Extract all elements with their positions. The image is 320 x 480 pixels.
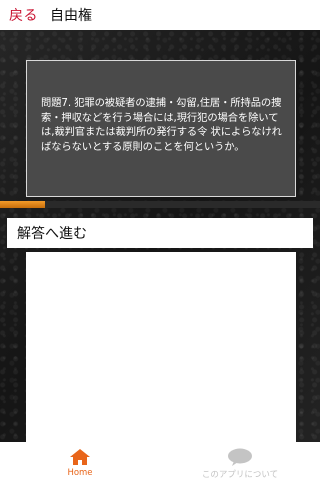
speech-bubble-icon: [228, 448, 252, 466]
home-icon: [70, 449, 90, 465]
content-area: 問題7. 犯罪の被疑者の逮捕・勾留,住居・所持品の捜索・押収などを行う場合には,…: [0, 30, 320, 452]
proceed-to-answer-label: 解答へ進む: [17, 226, 87, 242]
bottom-tab-bar: Home このアプリについて: [0, 442, 320, 480]
answer-card: [26, 252, 296, 452]
back-button[interactable]: 戻る: [9, 5, 38, 25]
top-header: 戻る 自由権: [0, 0, 320, 30]
tab-about-app[interactable]: このアプリについて: [160, 442, 320, 480]
proceed-to-answer-button[interactable]: 解答へ進む: [7, 218, 313, 248]
question-panel: 問題7. 犯罪の被疑者の逮捕・勾留,住居・所持品の捜索・押収などを行う場合には,…: [26, 60, 296, 197]
tab-home-label: Home: [67, 468, 93, 478]
tab-home[interactable]: Home: [0, 442, 160, 480]
question-text: 問題7. 犯罪の被疑者の逮捕・勾留,住居・所持品の捜索・押収などを行う場合には,…: [41, 97, 282, 153]
tab-about-app-label: このアプリについて: [201, 470, 279, 480]
progress-bar-fill: [0, 201, 45, 208]
progress-bar: [0, 201, 320, 208]
page-title: 自由権: [50, 8, 92, 24]
